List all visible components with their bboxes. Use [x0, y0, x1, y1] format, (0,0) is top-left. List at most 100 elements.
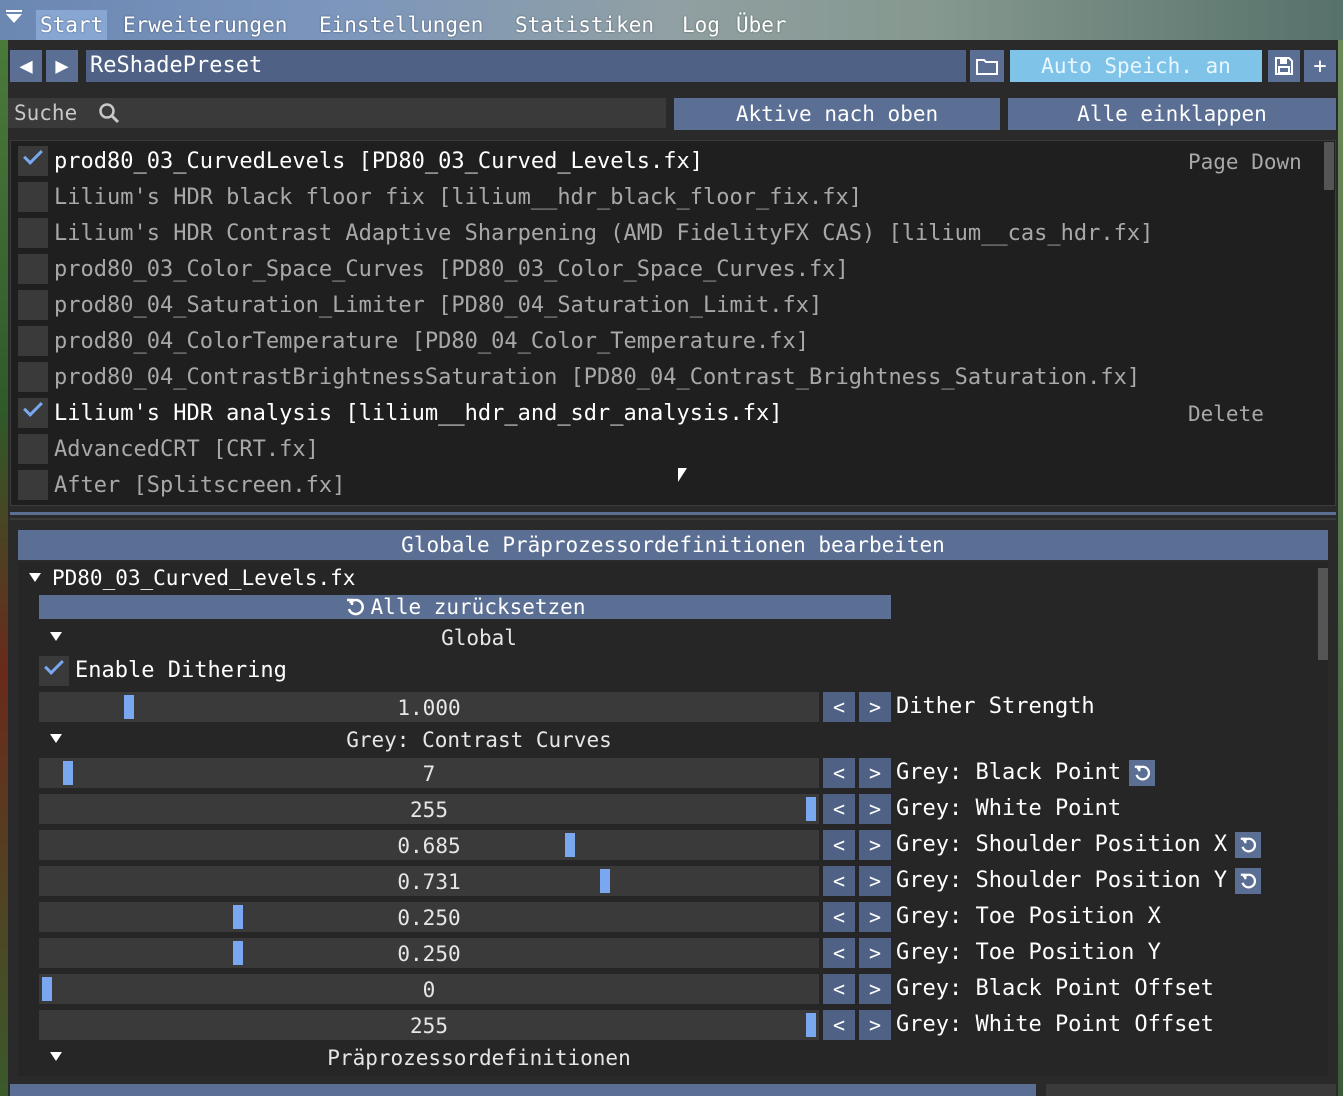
effect-checkbox[interactable] [18, 397, 48, 428]
collapse-all-button[interactable]: Alle einklappen [1008, 98, 1336, 130]
arrow-right-icon: ▶ [55, 53, 69, 79]
bottom-button-partial[interactable] [10, 1084, 1036, 1096]
effect-checkbox[interactable] [18, 218, 48, 248]
decrease-button[interactable]: < [823, 794, 855, 824]
section-preprocessor[interactable]: Präprozessordefinitionen [39, 1044, 919, 1072]
reset-parameter-button[interactable] [1129, 760, 1155, 786]
effect-checkbox[interactable] [18, 182, 48, 212]
parameter-slider[interactable]: 0.250 [39, 938, 819, 968]
increase-button[interactable]: > [859, 758, 891, 788]
effects-list-scrollbar[interactable] [1324, 142, 1334, 190]
increase-button[interactable]: > [859, 830, 891, 860]
arrow-left-icon: ◀ [19, 53, 33, 79]
reset-parameter-button[interactable] [1235, 868, 1261, 894]
save-preset-button[interactable] [1268, 50, 1300, 82]
increase-button[interactable]: > [859, 692, 891, 722]
increase-button[interactable]: > [859, 902, 891, 932]
increase-button[interactable]: > [859, 1010, 891, 1040]
decrease-button[interactable]: < [823, 1010, 855, 1040]
effect-checkbox[interactable] [18, 326, 48, 356]
effect-checkbox[interactable] [18, 254, 48, 284]
section-grey-contrast-curves[interactable]: Grey: Contrast Curves [39, 726, 919, 754]
effect-checkbox[interactable] [18, 470, 48, 500]
effect-label: Lilium's HDR black floor fix [lilium__hd… [54, 185, 862, 210]
next-preset-button[interactable]: ▶ [46, 50, 78, 82]
add-preset-button[interactable]: + [1304, 50, 1336, 82]
effect-label: Lilium's HDR Contrast Adaptive Sharpenin… [54, 221, 1154, 246]
slider-value: 7 [422, 762, 436, 786]
menu-item-about[interactable]: Über [736, 10, 787, 40]
increase-button[interactable]: > [859, 938, 891, 968]
effect-checkbox[interactable] [18, 362, 48, 392]
collapse-menu-icon[interactable] [6, 14, 22, 23]
section-global[interactable]: Global [39, 624, 919, 652]
fx-file-header[interactable]: PD80_03_Curved_Levels.fx [52, 564, 355, 592]
parameter-slider[interactable]: 255 [39, 794, 819, 824]
plus-icon: + [1313, 53, 1327, 79]
bottom-field-partial[interactable] [1046, 1084, 1336, 1096]
reset-icon [1134, 765, 1151, 781]
decrease-button[interactable]: < [823, 902, 855, 932]
effect-label: After [Splitscreen.fx] [54, 473, 346, 498]
decrease-button[interactable]: < [823, 866, 855, 896]
expand-fx-icon[interactable] [29, 573, 41, 582]
parameter-slider[interactable]: 1.000 [39, 692, 819, 722]
effect-row[interactable]: prod80_04_Saturation_Limiter [PD80_04_Sa… [18, 288, 1318, 320]
checkmark-icon [23, 397, 43, 417]
increase-button[interactable]: > [859, 974, 891, 1004]
effect-row[interactable]: After [Splitscreen.fx] [18, 468, 1318, 500]
slider-value: 0.250 [397, 906, 461, 930]
search-icon [99, 103, 120, 124]
panel-splitter[interactable] [10, 512, 1336, 515]
parameter-label: Grey: Shoulder Position X [896, 832, 1228, 857]
decrease-button[interactable]: < [823, 974, 855, 1004]
parameters-scrollbar[interactable] [1318, 568, 1328, 660]
mouse-cursor-icon [678, 468, 687, 482]
parameter-slider[interactable]: 7 [39, 758, 819, 788]
reset-parameter-button[interactable] [1235, 832, 1261, 858]
effect-row[interactable]: AdvancedCRT [CRT.fx] [18, 432, 1318, 464]
parameter-slider[interactable]: 0 [39, 974, 819, 1004]
enable-dithering-checkbox[interactable] [39, 655, 69, 686]
menu-item-statistics[interactable]: Statistiken [515, 10, 654, 40]
auto-save-toggle[interactable]: Auto Speich. an [1010, 50, 1262, 82]
effect-label: AdvancedCRT [CRT.fx] [54, 437, 319, 462]
effect-row[interactable]: prod80_04_ColorTemperature [PD80_04_Colo… [18, 324, 1318, 356]
decrease-button[interactable]: < [823, 758, 855, 788]
effect-row[interactable]: prod80_03_CurvedLevels [PD80_03_Curved_L… [18, 144, 1318, 176]
effect-checkbox[interactable] [18, 434, 48, 464]
decrease-button[interactable]: < [823, 938, 855, 968]
previous-preset-button[interactable]: ◀ [10, 50, 42, 82]
increase-button[interactable]: > [859, 794, 891, 824]
open-folder-button[interactable] [970, 50, 1004, 82]
search-input[interactable]: Suche [8, 98, 666, 128]
menu-item-start[interactable]: Start [36, 10, 108, 40]
decrease-button[interactable]: < [823, 830, 855, 860]
parameter-slider[interactable]: 0.685 [39, 830, 819, 860]
edit-global-preprocessor-button[interactable]: Globale Präprozessordefinitionen bearbei… [18, 530, 1328, 560]
effect-row[interactable]: Lilium's HDR analysis [lilium__hdr_and_s… [18, 396, 1318, 428]
effect-label: prod80_03_Color_Space_Curves [PD80_03_Co… [54, 257, 849, 282]
menu-item-settings[interactable]: Einstellungen [319, 10, 483, 40]
increase-button[interactable]: > [859, 866, 891, 896]
decrease-button[interactable]: < [823, 692, 855, 722]
effect-row[interactable]: Lilium's HDR Contrast Adaptive Sharpenin… [18, 216, 1318, 248]
active-to-top-button[interactable]: Aktive nach oben [674, 98, 1000, 130]
save-icon [1275, 57, 1293, 75]
menu-item-add-ons[interactable]: Erweiterungen [123, 10, 287, 40]
effect-row[interactable]: Lilium's HDR black floor fix [lilium__hd… [18, 180, 1318, 212]
collapse-line-icon [6, 10, 22, 12]
parameter-slider[interactable]: 0.731 [39, 866, 819, 896]
effect-checkbox[interactable] [18, 145, 48, 176]
slider-value: 255 [410, 1014, 448, 1038]
parameter-slider[interactable]: 0.250 [39, 902, 819, 932]
enable-dithering-label: Enable Dithering [75, 658, 287, 683]
parameter-slider[interactable]: 255 [39, 1010, 819, 1040]
effect-row[interactable]: prod80_03_Color_Space_Curves [PD80_03_Co… [18, 252, 1318, 284]
menu-item-log[interactable]: Log [682, 10, 720, 40]
reset-all-button[interactable]: Alle zurücksetzen [39, 595, 891, 619]
effect-row[interactable]: prod80_04_ContrastBrightnessSaturation [… [18, 360, 1318, 392]
preset-name-field[interactable]: ReShadePreset [86, 50, 966, 82]
effect-checkbox[interactable] [18, 290, 48, 320]
parameter-label: Grey: Toe Position X [896, 904, 1161, 929]
